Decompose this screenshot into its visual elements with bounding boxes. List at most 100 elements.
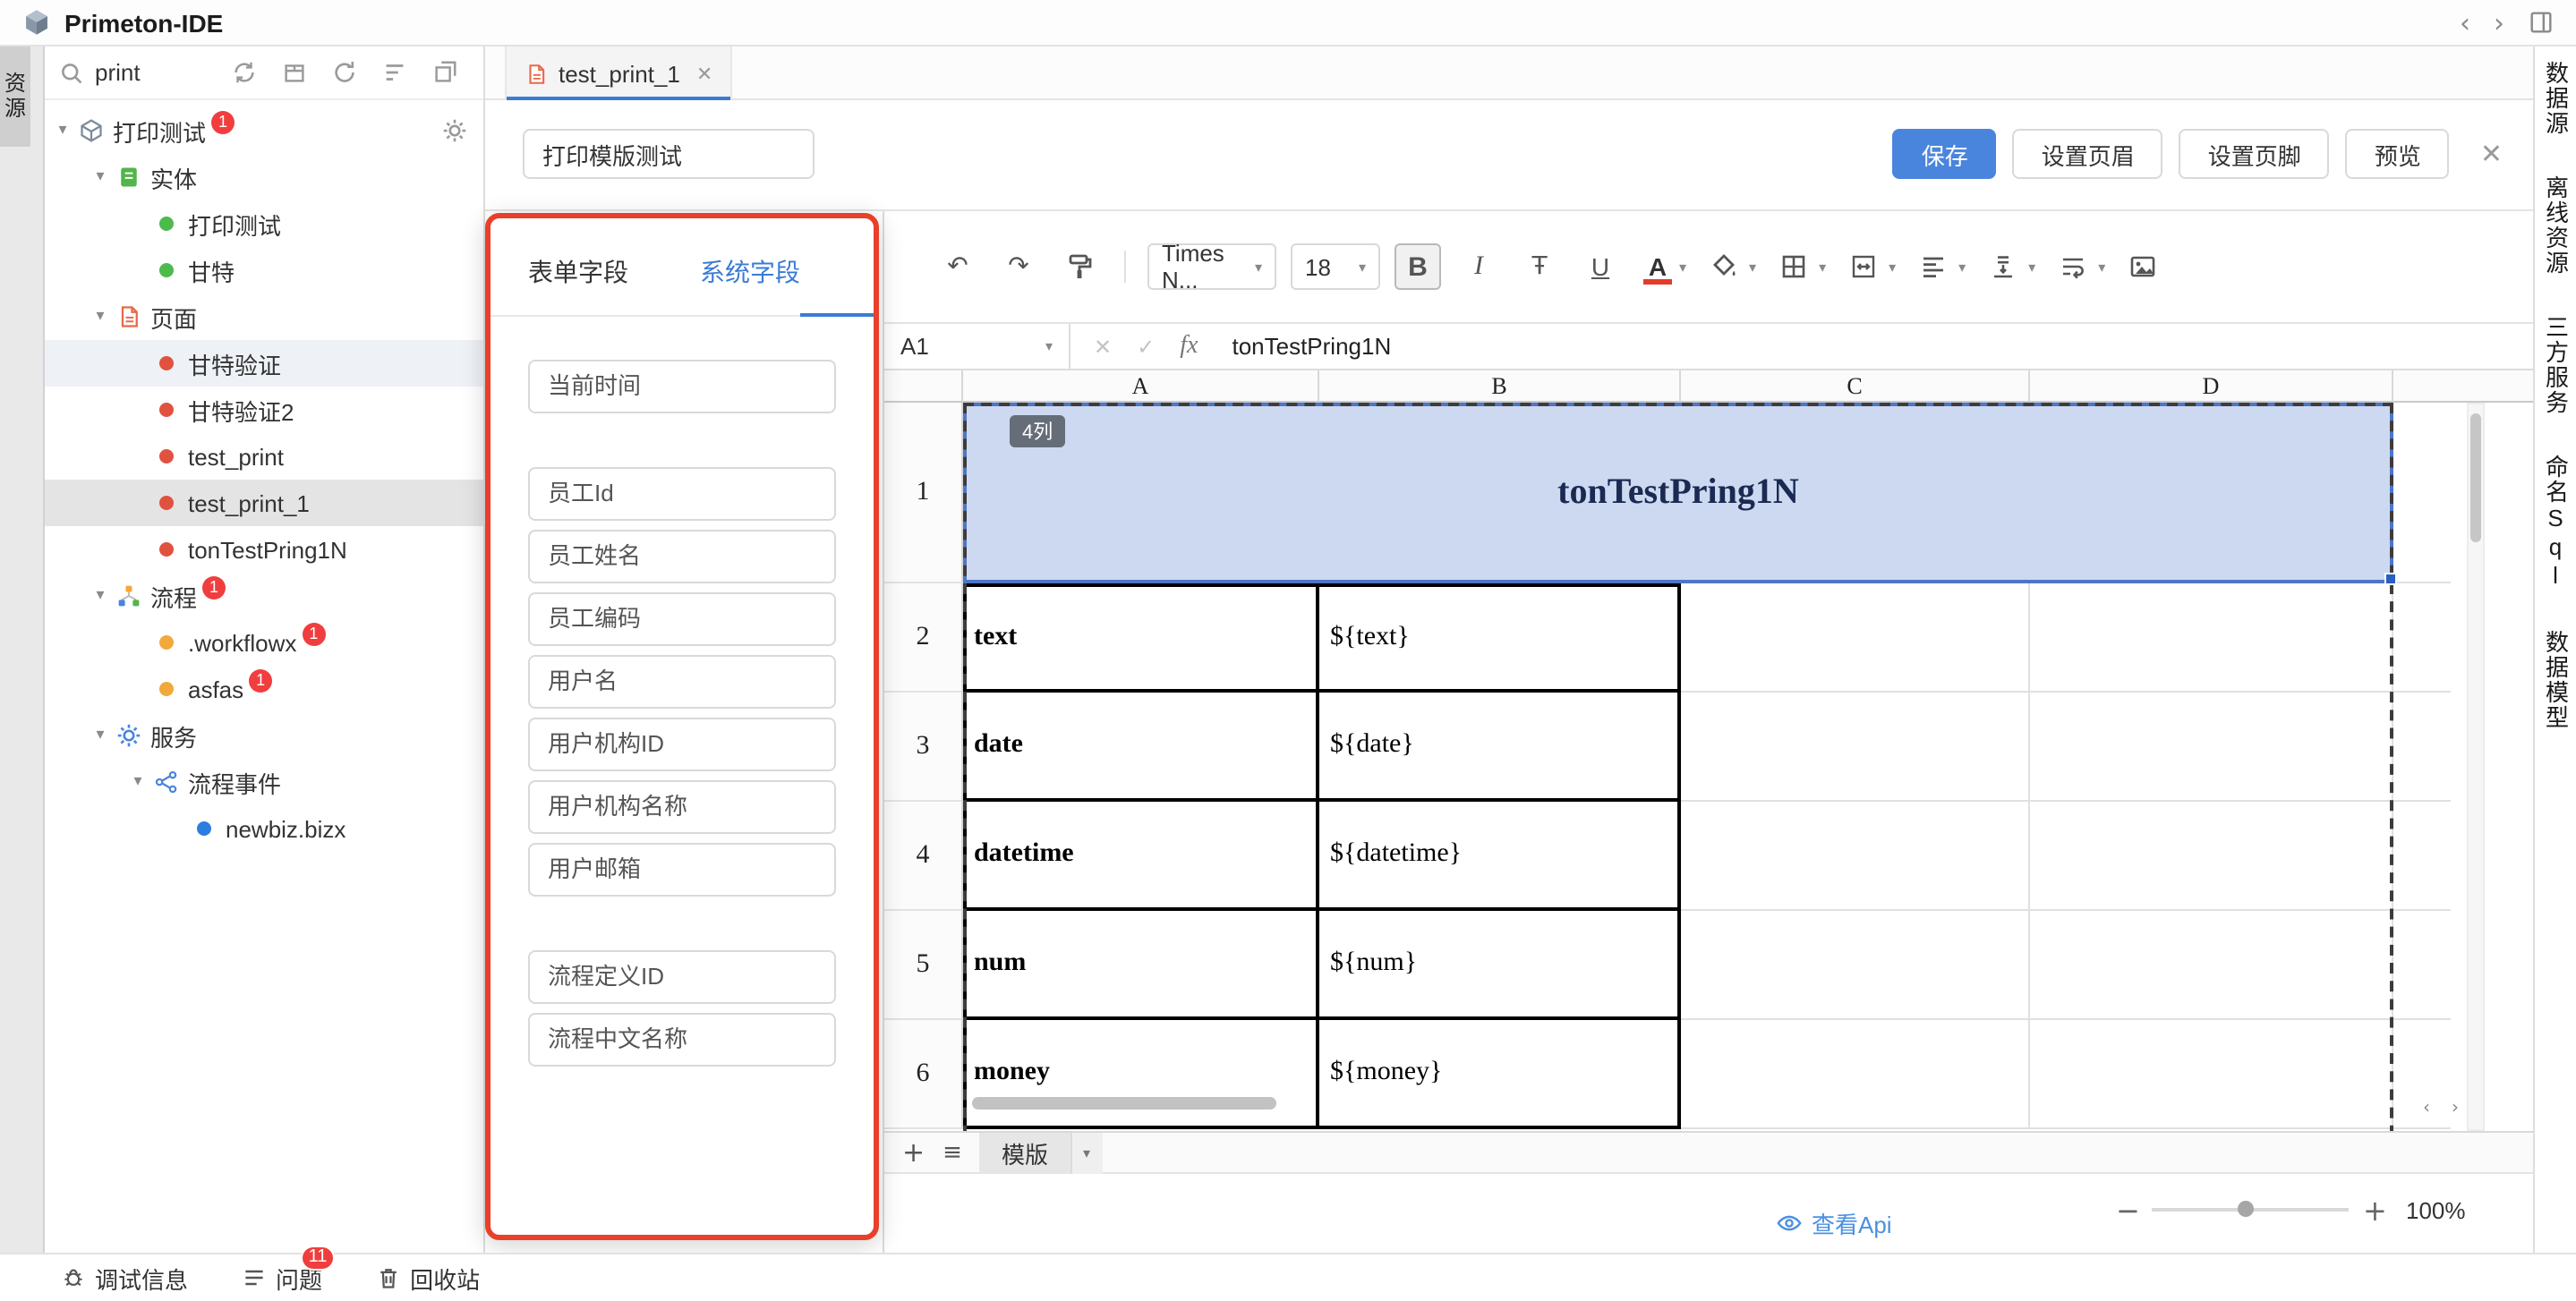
scroll-left-icon[interactable]: ‹ xyxy=(2417,1097,2436,1118)
row-number[interactable]: 2 xyxy=(884,583,963,693)
tree-item[interactable]: test_print_1 xyxy=(45,480,483,526)
row-number[interactable]: 1 xyxy=(884,403,963,583)
field-chip[interactable]: 员工姓名 xyxy=(528,530,836,583)
tree-item[interactable]: newbiz.bizx xyxy=(45,805,483,852)
tree-item[interactable]: tonTestPring1N xyxy=(45,526,483,573)
field-chip[interactable]: 用户名 xyxy=(528,655,836,709)
cell-col-c[interactable] xyxy=(1681,1020,2030,1129)
field-chip[interactable]: 流程定义ID xyxy=(528,950,836,1004)
column-header-A[interactable]: A xyxy=(963,370,1319,403)
strikethrough-button[interactable]: Ŧ xyxy=(1516,243,1563,290)
tree-item[interactable]: 甘特验证2 xyxy=(45,387,483,433)
set-page-header-button[interactable]: 设置页眉 xyxy=(2013,129,2163,179)
formula-input[interactable]: tonTestPring1N xyxy=(1232,333,1391,360)
cell-col-a[interactable]: num xyxy=(963,911,1319,1020)
tree-item[interactable]: 甘特 xyxy=(45,247,483,293)
history-back-icon[interactable]: ‹ xyxy=(2460,6,2470,38)
text-wrap-button[interactable]: ▾ xyxy=(2050,243,2105,290)
cell-col-d[interactable] xyxy=(2030,583,2393,693)
right-rail-tab[interactable]: 三方服务 xyxy=(2538,315,2572,415)
right-rail-tab[interactable]: 离线资源 xyxy=(2538,175,2572,276)
search-input[interactable] xyxy=(95,59,231,86)
italic-button[interactable]: I xyxy=(1455,243,1502,290)
cell-col-d[interactable] xyxy=(2030,911,2393,1020)
cell-reference-box[interactable]: A1 ▾ xyxy=(884,324,1070,369)
cell-col-d[interactable] xyxy=(2030,802,2393,911)
merged-title-cell[interactable]: tonTestPring1N xyxy=(963,403,2393,583)
field-chip[interactable]: 员工Id xyxy=(528,467,836,521)
merge-cells-button[interactable]: ▾ xyxy=(1840,243,1896,290)
tree-item[interactable]: ▾ 服务 xyxy=(45,712,483,759)
cell-col-d[interactable] xyxy=(2030,1020,2393,1129)
tab-test-print-1[interactable]: test_print_1 ✕ xyxy=(505,47,732,100)
row-number[interactable]: 5 xyxy=(884,911,963,1020)
right-rail-tab[interactable]: 数据模型 xyxy=(2538,630,2572,730)
zoom-in-icon[interactable]: + xyxy=(2363,1193,2384,1227)
insert-image-icon[interactable] xyxy=(2120,243,2166,290)
editor-close-icon[interactable]: ✕ xyxy=(2480,138,2503,170)
package-icon[interactable] xyxy=(281,59,308,86)
zoom-out-icon[interactable]: − xyxy=(2116,1193,2137,1227)
tree-item[interactable]: ▾ 页面 xyxy=(45,293,483,340)
vertical-align-button[interactable]: ▾ xyxy=(1980,243,2035,290)
open-new-icon[interactable] xyxy=(431,59,458,86)
sheet-list-icon[interactable]: ≡ xyxy=(943,1139,962,1166)
tree-item[interactable]: 打印测试 xyxy=(45,200,483,247)
field-chip[interactable]: 用户邮箱 xyxy=(528,843,836,897)
field-chip[interactable]: 用户机构名称 xyxy=(528,780,836,834)
field-chip[interactable]: 当前时间 xyxy=(528,360,836,413)
save-button[interactable]: 保存 xyxy=(1893,129,1997,179)
fx-icon[interactable]: fx xyxy=(1180,332,1198,361)
refresh-icon[interactable] xyxy=(331,59,358,86)
sync-icon[interactable] xyxy=(231,59,258,86)
set-page-footer-button[interactable]: 设置页脚 xyxy=(2179,129,2330,179)
expander-icon[interactable]: ▾ xyxy=(88,308,113,326)
scroll-right-icon[interactable]: › xyxy=(2445,1097,2465,1118)
fill-color-button[interactable]: ▾ xyxy=(1701,243,1756,290)
redo-icon[interactable]: ↷ xyxy=(995,243,1042,290)
cell-col-b[interactable]: ${datetime} xyxy=(1319,802,1681,911)
formula-confirm-icon[interactable]: ✓ xyxy=(1137,334,1155,359)
cell-col-b[interactable]: ${date} xyxy=(1319,693,1681,802)
right-rail-tab[interactable]: 数据源 xyxy=(2538,61,2572,136)
cell-col-c[interactable] xyxy=(1681,693,2030,802)
settings-gear-icon[interactable] xyxy=(442,118,467,143)
debug-info-item[interactable]: 调试信息 xyxy=(61,1261,188,1295)
field-chip[interactable]: 员工编码 xyxy=(528,592,836,646)
horizontal-align-button[interactable]: ▾ xyxy=(1910,243,1966,290)
font-color-button[interactable]: A ▾ xyxy=(1638,245,1686,288)
cell-col-a[interactable]: text xyxy=(963,583,1319,693)
tree-item[interactable]: test_print xyxy=(45,433,483,480)
formula-cancel-icon[interactable]: ✕ xyxy=(1094,334,1112,359)
field-chip[interactable]: 流程中文名称 xyxy=(528,1013,836,1067)
vertical-scrollbar[interactable] xyxy=(2467,403,2485,1131)
expander-icon[interactable]: ▾ xyxy=(50,122,75,140)
header-corner[interactable] xyxy=(884,370,963,403)
cell-col-c[interactable] xyxy=(1681,802,2030,911)
cell-col-a[interactable]: money xyxy=(963,1020,1319,1129)
tree-item[interactable]: ▾ 实体 xyxy=(45,154,483,200)
font-size-select[interactable]: 18▾ xyxy=(1291,243,1380,290)
rail-tab-resources[interactable]: 资源 xyxy=(0,47,30,147)
sort-icon[interactable] xyxy=(381,59,408,86)
selection-fill-handle[interactable] xyxy=(2384,573,2397,585)
column-header-D[interactable]: D xyxy=(2030,370,2393,403)
tab-form-fields[interactable]: 表单字段 xyxy=(528,254,628,290)
tree-item[interactable]: 甘特验证 xyxy=(45,340,483,387)
tab-system-fields[interactable]: 系统字段 xyxy=(700,254,800,290)
borders-button[interactable]: ▾ xyxy=(1770,243,1826,290)
history-forward-icon[interactable]: › xyxy=(2494,6,2504,38)
bold-button[interactable]: B xyxy=(1395,243,1441,290)
cell-col-b[interactable]: ${money} xyxy=(1319,1020,1681,1129)
cell-col-d[interactable] xyxy=(2030,693,2393,802)
recycle-bin-item[interactable]: 回收站 xyxy=(376,1261,480,1295)
zoom-slider[interactable] xyxy=(2152,1208,2349,1212)
sheet-tab-dropdown-icon[interactable]: ▾ xyxy=(1070,1132,1102,1173)
cell-col-c[interactable] xyxy=(1681,911,2030,1020)
expander-icon[interactable]: ▾ xyxy=(88,587,113,605)
format-painter-icon[interactable] xyxy=(1056,243,1103,290)
column-header-B[interactable]: B xyxy=(1319,370,1681,403)
undo-icon[interactable]: ↶ xyxy=(934,243,981,290)
tree-item[interactable]: .workflowx 1 xyxy=(45,619,483,666)
tree-item[interactable]: ▾ 流程 1 xyxy=(45,573,483,619)
